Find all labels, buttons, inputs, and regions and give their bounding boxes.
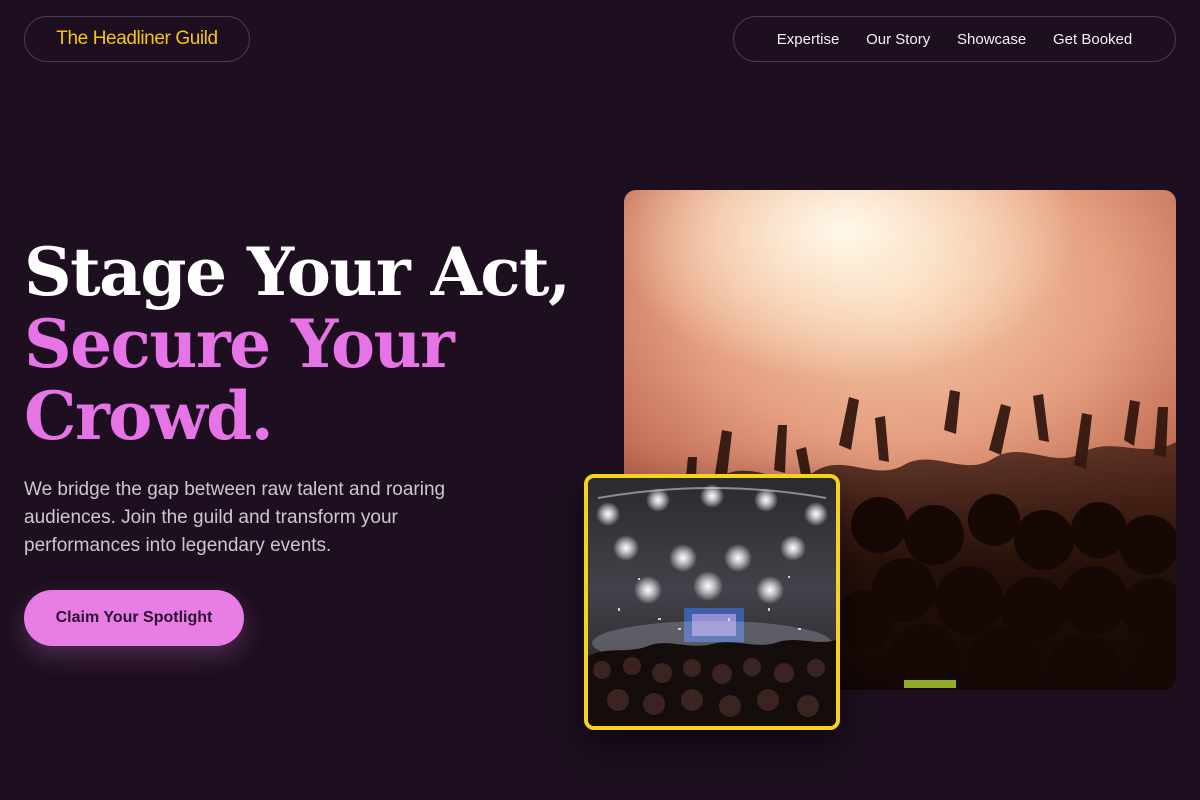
nav-link-our-story[interactable]: Our Story [866,31,930,48]
hero-subtext: We bridge the gap between raw talent and… [24,479,446,556]
main-nav: Expertise Our Story Showcase Get Booked [733,16,1176,62]
nav-link-get-booked[interactable]: Get Booked [1053,31,1132,48]
headline-line-1: Stage Your Act, [24,233,571,311]
claim-spotlight-button[interactable]: Claim Your Spotlight [24,590,244,646]
landing-page: The Headliner Guild Expertise Our Story … [0,0,1200,800]
inset-stage-photo [584,474,840,730]
logo[interactable]: The Headliner Guild [24,16,250,62]
hero-headline: Stage Your Act, Secure Your Crowd. [24,236,584,452]
headline-line-2: Secure Your [24,305,455,383]
headline-line-3: Crowd. [24,377,274,455]
nav-link-showcase[interactable]: Showcase [957,31,1026,48]
stage-lights-graphic [588,484,836,726]
nav-link-expertise[interactable]: Expertise [777,31,840,48]
logo-text: The Headliner Guild [56,28,218,49]
